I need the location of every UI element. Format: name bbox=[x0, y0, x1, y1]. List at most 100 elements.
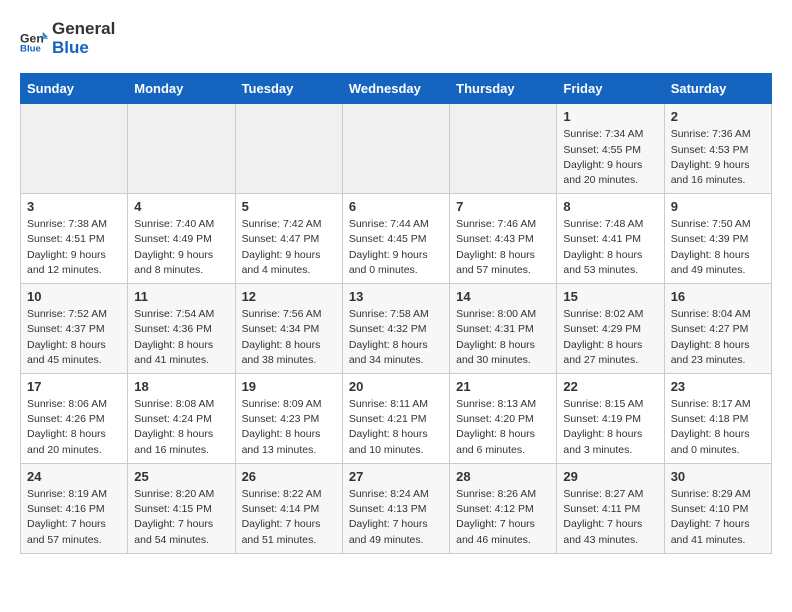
logo-line1: General bbox=[52, 20, 115, 39]
day-number: 28 bbox=[456, 469, 550, 484]
calendar-cell: 6 Sunrise: 7:44 AMSunset: 4:45 PMDaylight… bbox=[342, 194, 449, 284]
day-number: 18 bbox=[134, 379, 228, 394]
day-detail: Sunrise: 8:11 AMSunset: 4:21 PMDaylight:… bbox=[349, 397, 443, 458]
calendar-cell bbox=[450, 104, 557, 194]
calendar-cell: 25 Sunrise: 8:20 AMSunset: 4:15 PMDayligh… bbox=[128, 463, 235, 553]
day-number: 25 bbox=[134, 469, 228, 484]
calendar-week-3: 10Sunrise: 7:52 AMSunset: 4:37 PMDayligh… bbox=[21, 284, 772, 374]
day-number: 16 bbox=[671, 289, 765, 304]
day-detail: Sunrise: 7:38 AMSunset: 4:51 PMDaylight:… bbox=[27, 217, 121, 278]
calendar-cell: 7 Sunrise: 7:46 AMSunset: 4:43 PMDaylight… bbox=[450, 194, 557, 284]
calendar-cell: 19 Sunrise: 8:09 AMSunset: 4:23 PMDayligh… bbox=[235, 374, 342, 464]
calendar-cell: 24 Sunrise: 8:19 AMSunset: 4:16 PMDayligh… bbox=[21, 463, 128, 553]
day-detail: Sunrise: 7:46 AMSunset: 4:43 PMDaylight:… bbox=[456, 217, 550, 278]
day-detail: Sunrise: 7:42 AMSunset: 4:47 PMDaylight:… bbox=[242, 217, 336, 278]
weekday-row: SundayMondayTuesdayWednesdayThursdayFrid… bbox=[21, 74, 772, 104]
day-number: 12 bbox=[242, 289, 336, 304]
calendar-cell bbox=[235, 104, 342, 194]
day-detail: Sunrise: 8:04 AMSunset: 4:27 PMDaylight:… bbox=[671, 307, 765, 368]
day-number: 27 bbox=[349, 469, 443, 484]
day-number: 24 bbox=[27, 469, 121, 484]
calendar-table: SundayMondayTuesdayWednesdayThursdayFrid… bbox=[20, 73, 772, 553]
day-detail: Sunrise: 7:34 AMSunset: 4:55 PMDaylight:… bbox=[563, 127, 657, 188]
day-number: 17 bbox=[27, 379, 121, 394]
logo-icon: Gen Blue bbox=[20, 25, 48, 53]
day-number: 6 bbox=[349, 199, 443, 214]
calendar-cell: 26 Sunrise: 8:22 AMSunset: 4:14 PMDayligh… bbox=[235, 463, 342, 553]
day-number: 10 bbox=[27, 289, 121, 304]
calendar-cell: 23Sunrise: 8:17 AMSunset: 4:18 PMDayligh… bbox=[664, 374, 771, 464]
day-detail: Sunrise: 8:27 AMSunset: 4:11 PMDaylight:… bbox=[563, 487, 657, 548]
calendar-cell: 22Sunrise: 8:15 AMSunset: 4:19 PMDayligh… bbox=[557, 374, 664, 464]
calendar-cell: 5Sunrise: 7:42 AMSunset: 4:47 PMDaylight… bbox=[235, 194, 342, 284]
day-number: 13 bbox=[349, 289, 443, 304]
day-detail: Sunrise: 8:22 AMSunset: 4:14 PMDaylight:… bbox=[242, 487, 336, 548]
day-number: 11 bbox=[134, 289, 228, 304]
day-detail: Sunrise: 8:00 AMSunset: 4:31 PMDaylight:… bbox=[456, 307, 550, 368]
day-detail: Sunrise: 7:58 AMSunset: 4:32 PMDaylight:… bbox=[349, 307, 443, 368]
calendar-cell: 3 Sunrise: 7:38 AMSunset: 4:51 PMDaylight… bbox=[21, 194, 128, 284]
calendar-week-1: 1 Sunrise: 7:34 AMSunset: 4:55 PMDaylight… bbox=[21, 104, 772, 194]
logo: Gen Blue General Blue bbox=[20, 20, 115, 57]
day-number: 26 bbox=[242, 469, 336, 484]
calendar-cell: 8 Sunrise: 7:48 AMSunset: 4:41 PMDaylight… bbox=[557, 194, 664, 284]
day-detail: Sunrise: 7:50 AMSunset: 4:39 PMDaylight:… bbox=[671, 217, 765, 278]
calendar-week-5: 24 Sunrise: 8:19 AMSunset: 4:16 PMDayligh… bbox=[21, 463, 772, 553]
calendar-header: SundayMondayTuesdayWednesdayThursdayFrid… bbox=[21, 74, 772, 104]
calendar-cell bbox=[128, 104, 235, 194]
calendar-cell: 12 Sunrise: 7:56 AMSunset: 4:34 PMDayligh… bbox=[235, 284, 342, 374]
day-number: 14 bbox=[456, 289, 550, 304]
day-detail: Sunrise: 7:44 AMSunset: 4:45 PMDaylight:… bbox=[349, 217, 443, 278]
day-detail: Sunrise: 8:17 AMSunset: 4:18 PMDaylight:… bbox=[671, 397, 765, 458]
calendar-cell: 18 Sunrise: 8:08 AMSunset: 4:24 PMDayligh… bbox=[128, 374, 235, 464]
calendar-cell: 14 Sunrise: 8:00 AMSunset: 4:31 PMDayligh… bbox=[450, 284, 557, 374]
calendar-body: 1 Sunrise: 7:34 AMSunset: 4:55 PMDaylight… bbox=[21, 104, 772, 553]
day-number: 30 bbox=[671, 469, 765, 484]
day-number: 9 bbox=[671, 199, 765, 214]
day-number: 15 bbox=[563, 289, 657, 304]
logo-line2: Blue bbox=[52, 39, 115, 58]
calendar-cell bbox=[342, 104, 449, 194]
svg-text:Blue: Blue bbox=[20, 43, 41, 53]
day-detail: Sunrise: 7:48 AMSunset: 4:41 PMDaylight:… bbox=[563, 217, 657, 278]
weekday-header-wednesday: Wednesday bbox=[342, 74, 449, 104]
calendar-cell: 28Sunrise: 8:26 AMSunset: 4:12 PMDayligh… bbox=[450, 463, 557, 553]
day-detail: Sunrise: 7:36 AMSunset: 4:53 PMDaylight:… bbox=[671, 127, 765, 188]
calendar-cell: 13 Sunrise: 7:58 AMSunset: 4:32 PMDayligh… bbox=[342, 284, 449, 374]
calendar-cell bbox=[21, 104, 128, 194]
weekday-header-friday: Friday bbox=[557, 74, 664, 104]
day-detail: Sunrise: 8:09 AMSunset: 4:23 PMDaylight:… bbox=[242, 397, 336, 458]
weekday-header-thursday: Thursday bbox=[450, 74, 557, 104]
weekday-header-sunday: Sunday bbox=[21, 74, 128, 104]
day-number: 20 bbox=[349, 379, 443, 394]
day-number: 7 bbox=[456, 199, 550, 214]
calendar-cell: 27 Sunrise: 8:24 AMSunset: 4:13 PMDayligh… bbox=[342, 463, 449, 553]
day-detail: Sunrise: 8:20 AMSunset: 4:15 PMDaylight:… bbox=[134, 487, 228, 548]
calendar-cell: 11 Sunrise: 7:54 AMSunset: 4:36 PMDayligh… bbox=[128, 284, 235, 374]
day-detail: Sunrise: 8:24 AMSunset: 4:13 PMDaylight:… bbox=[349, 487, 443, 548]
calendar-cell: 20 Sunrise: 8:11 AMSunset: 4:21 PMDayligh… bbox=[342, 374, 449, 464]
day-detail: Sunrise: 8:02 AMSunset: 4:29 PMDaylight:… bbox=[563, 307, 657, 368]
day-number: 8 bbox=[563, 199, 657, 214]
weekday-header-monday: Monday bbox=[128, 74, 235, 104]
day-detail: Sunrise: 8:19 AMSunset: 4:16 PMDaylight:… bbox=[27, 487, 121, 548]
day-detail: Sunrise: 8:06 AMSunset: 4:26 PMDaylight:… bbox=[27, 397, 121, 458]
calendar-cell: 21Sunrise: 8:13 AMSunset: 4:20 PMDayligh… bbox=[450, 374, 557, 464]
calendar-cell: 30 Sunrise: 8:29 AMSunset: 4:10 PMDayligh… bbox=[664, 463, 771, 553]
calendar-cell: 10Sunrise: 7:52 AMSunset: 4:37 PMDayligh… bbox=[21, 284, 128, 374]
day-detail: Sunrise: 7:56 AMSunset: 4:34 PMDaylight:… bbox=[242, 307, 336, 368]
day-detail: Sunrise: 8:08 AMSunset: 4:24 PMDaylight:… bbox=[134, 397, 228, 458]
day-number: 1 bbox=[563, 109, 657, 124]
day-detail: Sunrise: 8:15 AMSunset: 4:19 PMDaylight:… bbox=[563, 397, 657, 458]
day-detail: Sunrise: 8:29 AMSunset: 4:10 PMDaylight:… bbox=[671, 487, 765, 548]
day-detail: Sunrise: 7:54 AMSunset: 4:36 PMDaylight:… bbox=[134, 307, 228, 368]
day-number: 2 bbox=[671, 109, 765, 124]
day-number: 19 bbox=[242, 379, 336, 394]
calendar-cell: 2 Sunrise: 7:36 AMSunset: 4:53 PMDaylight… bbox=[664, 104, 771, 194]
day-number: 29 bbox=[563, 469, 657, 484]
day-number: 3 bbox=[27, 199, 121, 214]
calendar-cell: 29 Sunrise: 8:27 AMSunset: 4:11 PMDayligh… bbox=[557, 463, 664, 553]
calendar-cell: 16 Sunrise: 8:04 AMSunset: 4:27 PMDayligh… bbox=[664, 284, 771, 374]
calendar-week-4: 17 Sunrise: 8:06 AMSunset: 4:26 PMDayligh… bbox=[21, 374, 772, 464]
day-detail: Sunrise: 8:13 AMSunset: 4:20 PMDaylight:… bbox=[456, 397, 550, 458]
